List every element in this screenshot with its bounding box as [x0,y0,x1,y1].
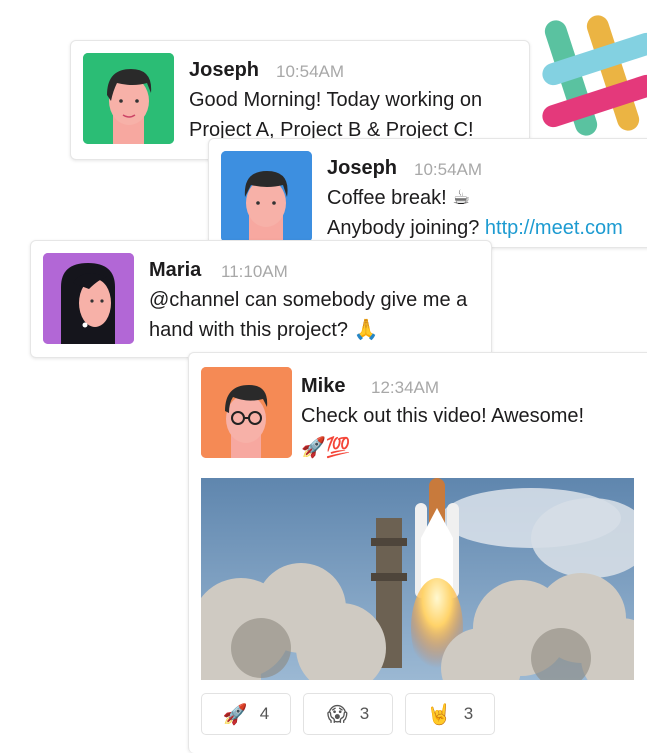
rocket-launch-video-thumbnail[interactable] [201,478,634,680]
timestamp[interactable]: 12:34AM [371,378,439,398]
avatar[interactable] [83,53,174,144]
message-text-line: Check out this video! Awesome! [301,405,585,427]
message-emoji-line: 🚀💯 [301,437,351,459]
person-avatar-icon [83,53,174,144]
message-text: Anybody joining? [327,217,485,239]
reaction-count: 4 [259,704,270,723]
reaction-count: 3 [463,704,474,723]
avatar[interactable] [43,253,134,344]
message-text-line: Good Morning! Today working on [189,89,483,111]
reaction-rocket[interactable]: 🚀 4 [201,693,291,735]
timestamp[interactable]: 11:10AM [221,262,288,282]
message-text-line: @channel can somebody give me a [149,289,468,311]
timestamp[interactable]: 10:54AM [414,160,482,180]
message-card-2: Joseph 10:54AM Coffee break! ☕ Anybody j… [208,138,647,248]
message-text-line: hand with this project? 🙏 [149,319,379,341]
author-name[interactable]: Joseph [189,59,259,82]
rock-on-hand-icon: 🤘 [426,703,452,726]
author-name[interactable]: Mike [301,375,345,398]
person-avatar-icon [201,367,292,458]
message-text-line: Anybody joining? http://meet.com [327,213,623,243]
slack-logo-icon [540,8,647,143]
avatar[interactable] [221,151,312,242]
rocket-icon: 🚀 [222,703,248,726]
reaction-scream[interactable]: 😱 3 [303,693,393,735]
rocket-launch-image-icon [201,478,634,680]
person-avatar-icon [221,151,312,242]
scream-face-icon: 😱 [326,703,348,726]
message-card-4: Mike 12:34AM Check out this video! Aweso… [188,352,647,753]
person-avatar-icon [43,253,134,344]
reaction-rock-on[interactable]: 🤘 3 [405,693,495,735]
avatar[interactable] [201,367,292,458]
meeting-link[interactable]: http://meet.com [485,217,623,239]
author-name[interactable]: Joseph [327,157,397,180]
message-card-3: Maria 11:10AM @channel can somebody give… [30,240,492,358]
reaction-count: 3 [359,704,370,723]
timestamp[interactable]: 10:54AM [276,62,344,82]
author-name[interactable]: Maria [149,259,201,282]
message-text-line: Coffee break! ☕ [327,187,471,209]
